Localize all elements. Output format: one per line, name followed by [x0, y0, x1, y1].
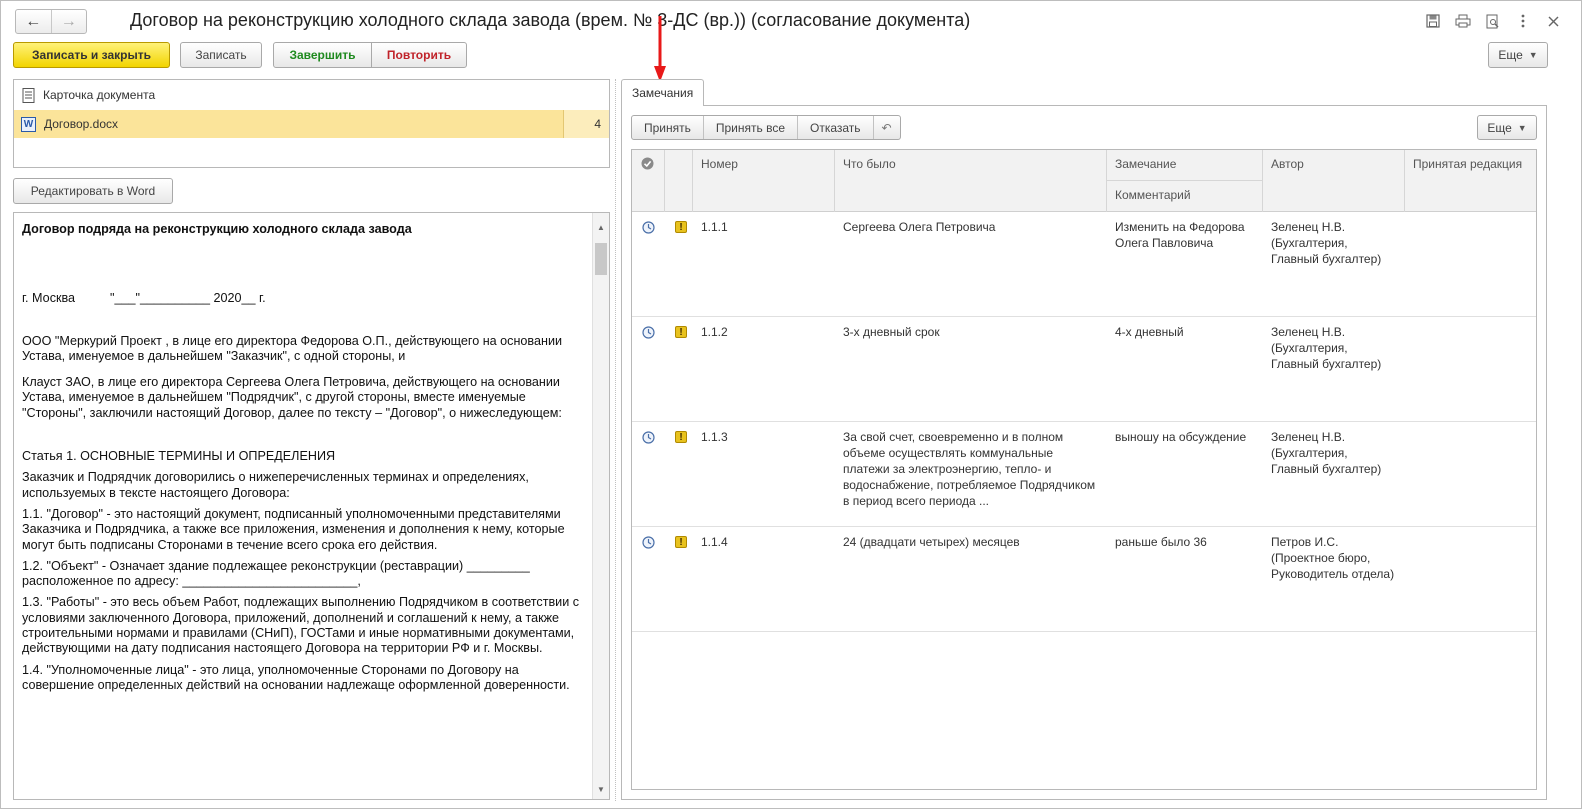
reject-button[interactable]: Отказать [797, 116, 873, 139]
undo-icon[interactable]: ↶ [872, 116, 900, 139]
cell-number: 1.1.3 [701, 430, 728, 444]
remarks-actions: Принять Принять все Отказать ↶ [631, 115, 901, 140]
remark-note-icon: ! [675, 431, 687, 443]
cell-author: Петров И.С. (Проектное бюро, Руководител… [1271, 535, 1395, 581]
column-comment[interactable]: Комментарий [1107, 181, 1263, 212]
doc-paragraph: 1.4. "Уполномоченные лица" - это лица, у… [22, 662, 570, 692]
save-button[interactable]: Записать [180, 42, 262, 68]
doc-paragraph: ООО "Меркурий Проект , в лице его директ… [22, 333, 563, 363]
document-file-item[interactable]: W Договор.docx 4 [14, 110, 609, 138]
doc-paragraph: Заказчик и Подрядчик договорились о ниже… [22, 470, 529, 500]
red-arrow-icon [654, 16, 666, 82]
cell-author: Зеленец Н.В. (Бухгалтерия, Главный бухга… [1271, 430, 1382, 476]
save-and-close-button[interactable]: Записать и закрыть [13, 42, 170, 68]
cell-was: 24 (двадцати четырех) месяцев [843, 535, 1020, 549]
forward-button[interactable]: → [50, 10, 87, 33]
remark-note-icon: ! [675, 326, 687, 338]
document-card-item[interactable]: Карточка документа [14, 81, 609, 109]
document-content: Договор подряда на реконструкцию холодно… [22, 222, 590, 693]
doc-paragraph: Клауст ЗАО, в лице его директора Сергеев… [22, 375, 562, 420]
cell-remark: раньше было 36 [1115, 535, 1207, 549]
remark-note-icon: ! [675, 221, 687, 233]
column-number[interactable]: Номер [693, 150, 835, 212]
cell-remark: Изменить на Федорова Олега Павловича [1115, 220, 1245, 250]
doc-city-line: г. Москва "___"__________ 2020__ г. [22, 291, 266, 306]
accept-all-button[interactable]: Принять все [702, 116, 797, 139]
cell-remark: 4-х дневный [1115, 325, 1184, 339]
document-page-icon [22, 87, 35, 103]
table-header: Номер Что было Замечание Комментарий Авт… [632, 150, 1536, 212]
finish-button[interactable]: Завершить [273, 42, 372, 68]
accept-button[interactable]: Принять [632, 116, 703, 139]
column-author[interactable]: Автор [1263, 150, 1405, 212]
document-text-viewer[interactable]: Договор подряда на реконструкцию холодно… [13, 212, 610, 800]
navigation-buttons: ← → [15, 9, 87, 34]
chevron-down-icon: ▼ [1517, 122, 1527, 133]
cell-remark: выношу на обсуждение [1115, 430, 1247, 444]
cell-accepted [1405, 212, 1536, 219]
vertical-scrollbar[interactable]: ▲ ▼ [592, 213, 609, 799]
clock-icon [642, 326, 655, 339]
chevron-down-icon: ▼ [1528, 50, 1538, 60]
column-accepted[interactable]: Принятая редакция [1405, 150, 1536, 212]
tab-remarks[interactable]: Замечания [621, 79, 705, 106]
column-was[interactable]: Что было [835, 150, 1107, 212]
doc-paragraph: 1.1. "Договор" - это настоящий документ,… [22, 506, 565, 552]
cell-number: 1.1.4 [701, 535, 728, 549]
cell-was: За свой счет, своевременно и в полном об… [843, 430, 1096, 508]
print-icon[interactable] [1454, 12, 1472, 30]
more-label: Еще [1498, 48, 1523, 62]
cell-accepted [1405, 422, 1536, 429]
cell-author: Зеленец Н.В. (Бухгалтерия, Главный бухга… [1271, 220, 1382, 266]
doc-title: Договор подряда на реконструкцию холодно… [22, 222, 412, 236]
cell-was: 3-х дневный срок [843, 325, 940, 339]
window-controls [1424, 12, 1562, 30]
document-file-count: 4 [563, 110, 609, 138]
doc-paragraph: 1.3. "Работы" - это весь объем Работ, по… [22, 595, 580, 656]
cell-number: 1.1.1 [701, 220, 728, 234]
close-icon[interactable] [1544, 12, 1562, 30]
preview-icon[interactable] [1484, 12, 1502, 30]
cell-author: Зеленец Н.В. (Бухгалтерия, Главный бухга… [1271, 325, 1382, 371]
scroll-down-icon[interactable]: ▼ [593, 781, 609, 797]
window-title: Договор на реконструкцию холодного склад… [130, 10, 971, 30]
more-button[interactable]: Еще ▼ [1488, 42, 1548, 68]
doc-paragraph: 1.2. "Объект" - Означает здание подлежащ… [22, 558, 530, 589]
edit-in-word-button[interactable]: Редактировать в Word [13, 178, 173, 204]
document-list: Карточка документа W Договор.docx 4 [13, 79, 610, 168]
cell-was: Сергеева Олега Петровича [843, 220, 996, 234]
document-card-label: Карточка документа [43, 88, 156, 102]
cell-accepted [1405, 527, 1536, 534]
save-icon[interactable] [1424, 12, 1442, 30]
more-vert-icon[interactable] [1514, 12, 1532, 30]
word-file-icon: W [21, 116, 36, 132]
doc-article-heading: Статья 1. ОСНОВНЫЕ ТЕРМИНЫ И ОПРЕДЕЛЕНИЯ [22, 449, 336, 464]
table-row[interactable]: ! 1.1.2 3-х дневный срок 4-х дневный Зеленец… [632, 317, 1536, 422]
scroll-up-icon[interactable]: ▲ [593, 219, 609, 235]
clock-icon [642, 221, 655, 234]
remarks-more-button[interactable]: Еще ▼ [1477, 115, 1537, 140]
table-row[interactable]: ! 1.1.4 24 (двадцати четырех) месяцев раньш… [632, 527, 1536, 632]
clock-icon [642, 431, 655, 444]
scrollbar-thumb[interactable] [595, 243, 607, 275]
cell-number: 1.1.2 [701, 325, 728, 339]
column-remark[interactable]: Замечание [1107, 150, 1263, 181]
status-column-header[interactable] [632, 150, 665, 212]
remarks-more-label: Еще [1487, 120, 1512, 135]
repeat-button[interactable]: Повторить [371, 42, 467, 68]
document-file-label: Договор.docx [44, 117, 118, 131]
remark-note-icon: ! [675, 536, 687, 548]
back-button[interactable]: ← [16, 10, 51, 33]
remarks-table: Номер Что было Замечание Комментарий Авт… [631, 149, 1537, 790]
check-circle-icon [641, 157, 654, 170]
table-row[interactable]: ! 1.1.3 За свой счет, своевременно и в пол… [632, 422, 1536, 527]
cell-accepted [1405, 317, 1536, 324]
clock-icon [642, 536, 655, 549]
panel-splitter[interactable] [615, 79, 616, 801]
table-row[interactable]: ! 1.1.1 Сергеева Олега Петровича Изменить н… [632, 212, 1536, 317]
note-column-header[interactable] [665, 150, 693, 212]
